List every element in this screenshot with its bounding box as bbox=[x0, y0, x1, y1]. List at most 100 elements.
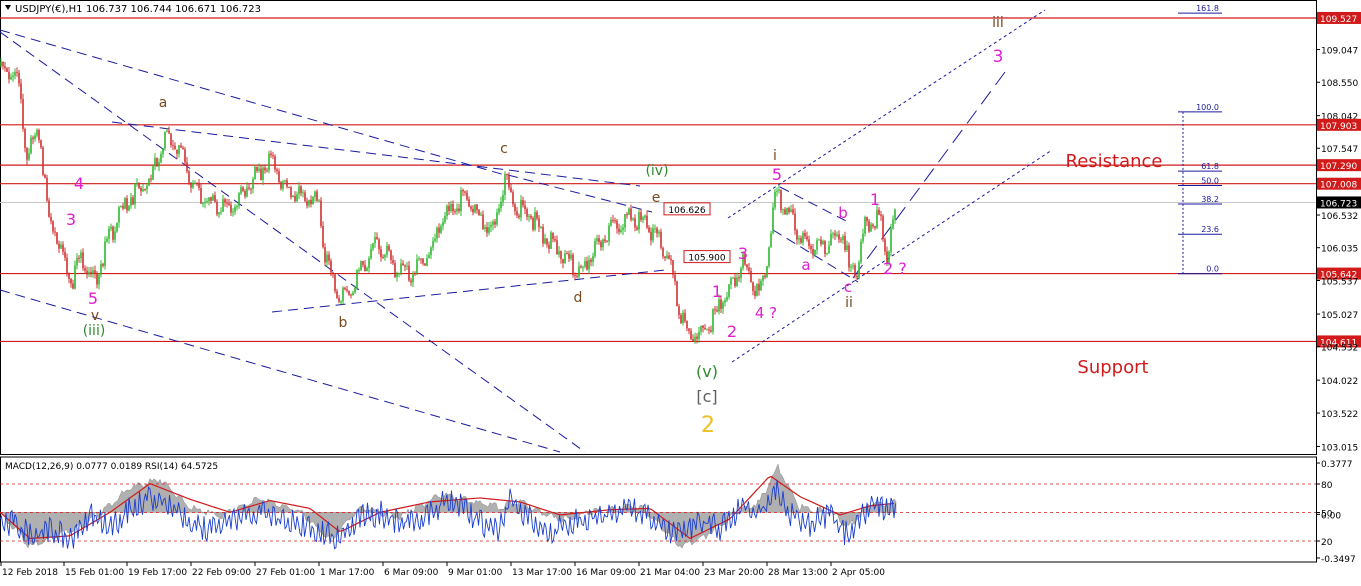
candle-body bbox=[588, 259, 590, 270]
candle-body bbox=[200, 188, 202, 204]
candle-body bbox=[474, 204, 476, 213]
candle-body bbox=[512, 192, 514, 205]
candle-body bbox=[246, 187, 248, 197]
candle-body bbox=[32, 137, 34, 140]
candle-body bbox=[780, 189, 782, 210]
candle-body bbox=[314, 191, 316, 197]
candle-body bbox=[706, 329, 708, 331]
candle-body bbox=[832, 233, 834, 235]
trend-line bbox=[0, 31, 586, 453]
candle-body bbox=[182, 147, 184, 150]
candle-body bbox=[554, 239, 556, 241]
candle-body bbox=[492, 221, 494, 226]
candle-body bbox=[674, 274, 676, 282]
candle-body bbox=[686, 321, 688, 329]
candle-body bbox=[234, 206, 236, 212]
candle-body bbox=[830, 233, 832, 246]
trend-line bbox=[727, 9, 1046, 219]
candle-body bbox=[202, 203, 204, 205]
x-tick-label: 16 Mar 09:00 bbox=[576, 568, 636, 578]
candle-body bbox=[530, 215, 532, 219]
candle-body bbox=[776, 190, 778, 192]
candle-body bbox=[410, 280, 412, 283]
candle-body bbox=[84, 268, 86, 271]
candle-body bbox=[892, 219, 894, 229]
candle-body bbox=[634, 218, 636, 228]
candle-body bbox=[628, 208, 630, 215]
candle-body bbox=[294, 195, 296, 202]
candle-body bbox=[482, 214, 484, 229]
wave-label: 2 ? bbox=[883, 259, 907, 278]
candle-body bbox=[310, 199, 312, 205]
candle-body bbox=[56, 232, 58, 244]
candle-body bbox=[312, 196, 314, 205]
candle-body bbox=[268, 153, 270, 171]
candle-body bbox=[656, 228, 658, 234]
candle-body bbox=[654, 228, 656, 230]
candle-body bbox=[704, 327, 706, 330]
candle-body bbox=[814, 249, 816, 255]
candle-body bbox=[170, 133, 172, 146]
chart: 161.8 100.0 61.8 50.0 38.2 23.6 0.0 106.626 105… bbox=[0, 0, 1361, 582]
candle-body bbox=[282, 181, 284, 189]
candle-body bbox=[490, 225, 492, 228]
candle-body bbox=[758, 283, 760, 291]
candle-body bbox=[594, 241, 596, 257]
sub-tick-label: 0.00 bbox=[1321, 511, 1341, 521]
candle-body bbox=[50, 216, 52, 222]
candle-body bbox=[696, 336, 698, 339]
candle-body bbox=[574, 274, 576, 276]
candle-body bbox=[600, 241, 602, 248]
y-tick-label: 104.532 bbox=[1321, 344, 1358, 354]
candle-body bbox=[396, 274, 398, 278]
candle-body bbox=[430, 247, 432, 256]
candle-body bbox=[332, 272, 334, 275]
candle-body bbox=[204, 202, 206, 204]
dropdown-arrow-icon[interactable] bbox=[5, 5, 11, 10]
candle-body bbox=[586, 261, 588, 270]
candle-body bbox=[248, 187, 250, 189]
candle-body bbox=[188, 171, 190, 183]
candle-body bbox=[402, 263, 404, 266]
candle-body bbox=[110, 226, 112, 229]
candle-body bbox=[48, 200, 50, 217]
candle-body bbox=[502, 194, 504, 202]
candle-body bbox=[488, 227, 490, 233]
candle-body bbox=[566, 253, 568, 255]
candle-body bbox=[840, 239, 842, 241]
candle-body bbox=[848, 245, 850, 268]
candle-body bbox=[264, 167, 266, 171]
x-tick-label: 9 Mar 01:00 bbox=[448, 568, 503, 578]
candle-body bbox=[114, 231, 116, 240]
wave-label: v bbox=[91, 308, 99, 324]
candle-body bbox=[670, 258, 672, 261]
candle-body bbox=[208, 197, 210, 202]
candle-body bbox=[528, 215, 530, 217]
y-tick-label: 109.527 bbox=[1320, 15, 1357, 25]
candle-body bbox=[354, 288, 356, 293]
candle-body bbox=[408, 265, 410, 281]
sub-tick-label: -0.3497 bbox=[1321, 555, 1356, 565]
candle-body bbox=[122, 205, 124, 209]
candle-body bbox=[640, 212, 642, 220]
candle-body bbox=[804, 232, 806, 237]
candle-body bbox=[22, 98, 24, 129]
candle-body bbox=[508, 174, 510, 188]
candle-body bbox=[612, 219, 614, 221]
candle-body bbox=[118, 207, 120, 223]
sub-tick-label: 80 bbox=[1321, 481, 1333, 491]
candle-body bbox=[844, 236, 846, 251]
candle-body bbox=[760, 280, 762, 291]
candle-body bbox=[64, 251, 66, 258]
candle-body bbox=[108, 228, 110, 239]
candle-body bbox=[384, 254, 386, 258]
candle-body bbox=[598, 238, 600, 242]
resistance-label: Resistance bbox=[1066, 151, 1163, 172]
candle-body bbox=[532, 218, 534, 230]
candle-body bbox=[174, 145, 176, 150]
wave-label: 2 bbox=[727, 322, 737, 341]
price-tag-label: 106.626 bbox=[668, 206, 705, 216]
candle-body bbox=[280, 182, 282, 189]
candle-body bbox=[428, 255, 430, 258]
candle-body bbox=[876, 209, 878, 228]
